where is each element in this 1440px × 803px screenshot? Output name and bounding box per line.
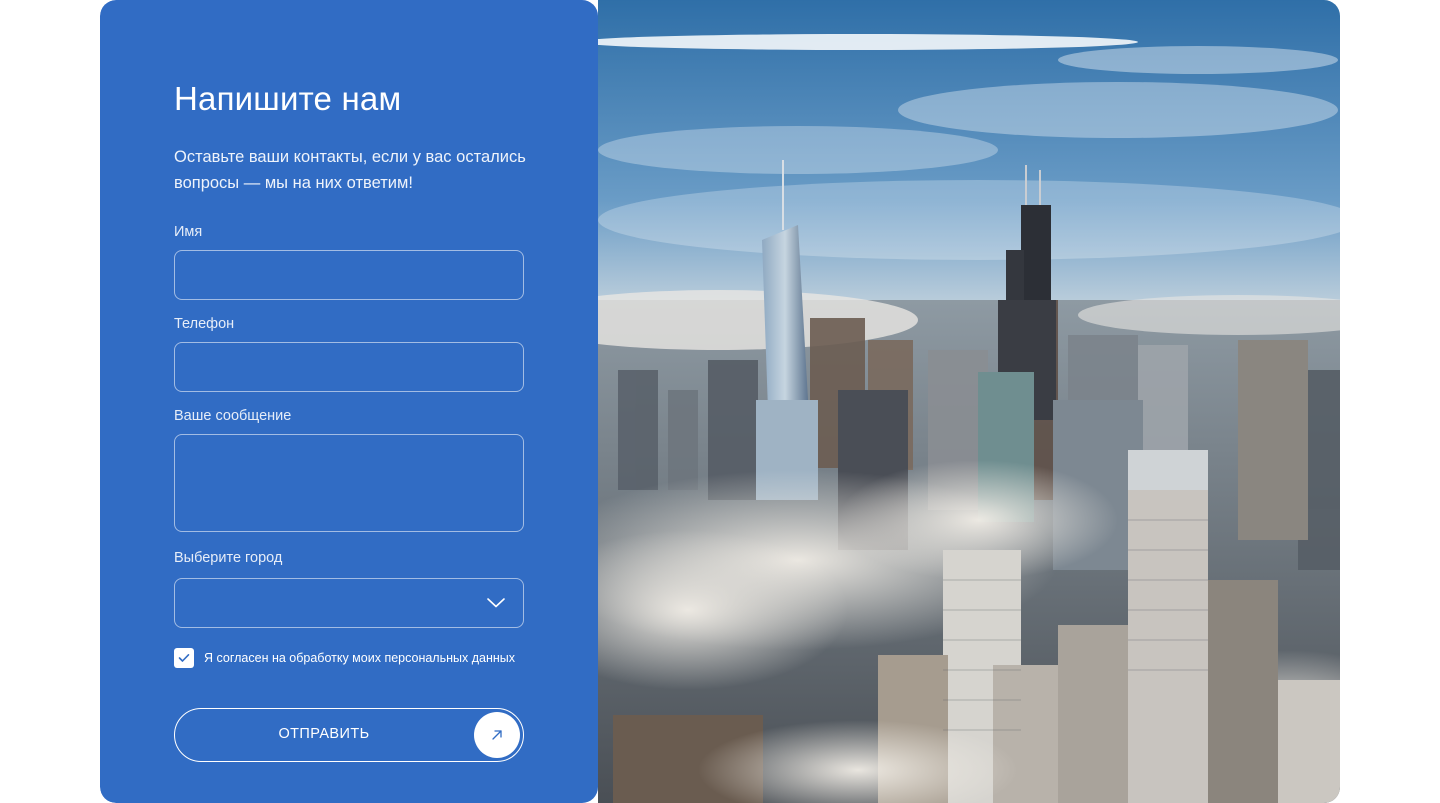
consent-row: Я согласен на обработку моих персональны… — [174, 648, 515, 668]
name-input[interactable] — [174, 250, 524, 300]
phone-label: Телефон — [174, 316, 235, 332]
city-select[interactable] — [174, 578, 524, 628]
consent-text: Я согласен на обработку моих персональны… — [204, 651, 516, 665]
form-subtitle: Оставьте ваши контакты, если у вас остал… — [174, 148, 526, 192]
consent-checkbox[interactable] — [174, 648, 194, 668]
phone-input[interactable] — [174, 342, 524, 392]
city-skyline-illustration — [598, 0, 1340, 803]
contact-form-panel: Напишите нам Оставьте ваши контакты, есл… — [100, 0, 598, 803]
city-label: Выберите город — [174, 550, 283, 566]
arrow-up-right-icon — [492, 730, 502, 740]
chevron-down-icon — [487, 598, 505, 608]
check-icon — [178, 653, 190, 662]
message-textarea[interactable] — [174, 434, 524, 532]
submit-button[interactable]: ОТПРАВИТЬ — [174, 708, 524, 762]
name-label: Имя — [174, 224, 203, 240]
city-skyline-photo — [598, 0, 1340, 803]
submit-label: ОТПРАВИТЬ — [278, 726, 370, 742]
form-title: Напишите нам — [174, 80, 402, 117]
submit-arrow-circle — [474, 712, 520, 758]
contact-card: Напишите нам Оставьте ваши контакты, есл… — [100, 0, 1340, 803]
message-label: Ваше сообщение — [174, 408, 292, 424]
